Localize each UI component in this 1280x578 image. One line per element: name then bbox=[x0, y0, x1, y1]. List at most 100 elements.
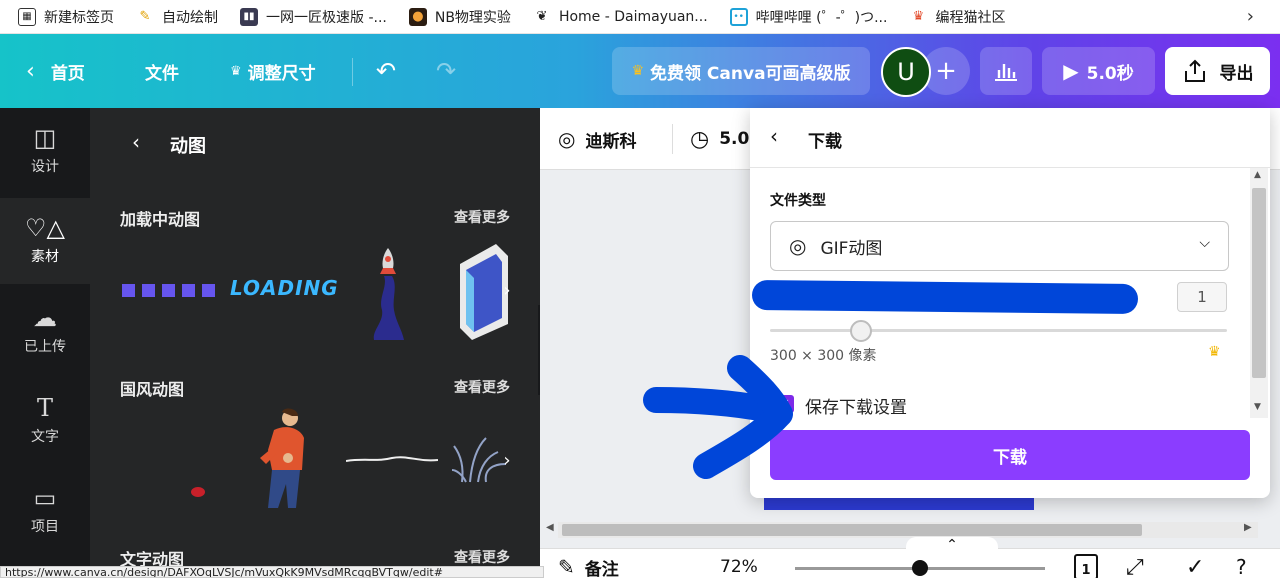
zoom-value[interactable]: 72% bbox=[720, 549, 758, 578]
nav-item-elements[interactable]: ♡△ 素材 bbox=[0, 198, 90, 284]
thumb-loading-text[interactable]: LOADING bbox=[230, 276, 339, 300]
nav-item-text[interactable]: T 文字 bbox=[0, 378, 90, 464]
bookmark-bilibili[interactable]: •• 哔哩哔哩 (゜-゜)つ... bbox=[729, 7, 887, 27]
insights-button[interactable] bbox=[980, 47, 1032, 95]
pages-button[interactable]: 1 bbox=[1074, 549, 1098, 578]
download-panel-header: ‹ 下载 bbox=[750, 108, 1270, 168]
editor-header: ‹ 首页 文件 ♛ 调整尺寸 ↶ ↷ ♛ 免费领 Canva可画高级版 + U … bbox=[0, 34, 1280, 108]
clock-icon: ◷ bbox=[690, 126, 710, 152]
thumb-loading-squares[interactable] bbox=[122, 284, 215, 297]
see-more-loading[interactable]: 查看更多 bbox=[454, 207, 510, 227]
redaction-scribble bbox=[751, 279, 1139, 315]
nav-item-projects[interactable]: ▭ 项目 bbox=[0, 468, 90, 554]
upgrade-button[interactable]: ♛ 免费领 Canva可画高级版 bbox=[612, 47, 870, 95]
chevron-left-icon: ‹ bbox=[26, 58, 35, 84]
download-panel: ‹ 下载 文件类型 ◎ GIF动图 ⌵ 1 300 × 300 像素 ♛ ✓ 保… bbox=[750, 108, 1270, 498]
scrollbar-thumb[interactable] bbox=[562, 524, 1142, 536]
text-icon: T bbox=[36, 394, 53, 422]
header-divider bbox=[352, 58, 353, 86]
play-button[interactable]: ▶ 5.0秒 bbox=[1042, 47, 1155, 95]
see-more-guofeng[interactable]: 查看更多 bbox=[454, 377, 510, 397]
avatar[interactable]: U bbox=[881, 47, 931, 97]
notes-button[interactable]: ✎ 备注 bbox=[558, 549, 619, 578]
check-circle-icon[interactable]: ✓ bbox=[1186, 549, 1204, 578]
new-tab-icon: ▦ bbox=[18, 7, 36, 26]
animation-button[interactable]: ◎ 迪斯科 bbox=[558, 108, 636, 170]
chevron-right-icon[interactable]: › bbox=[494, 277, 520, 303]
bookmark-daimayuan[interactable]: ❦ Home - Daimayuan... bbox=[533, 8, 707, 26]
bookmark-auto-draw[interactable]: ✎ 自动绘制 bbox=[136, 7, 218, 27]
bar-chart-icon bbox=[995, 64, 1017, 81]
scroll-right-icon[interactable]: ▶ bbox=[1244, 522, 1252, 533]
save-settings-label: 保存下载设置 bbox=[805, 398, 907, 418]
play-icon: ▶ bbox=[1063, 59, 1079, 83]
gif-animation-icon: ◎ bbox=[789, 234, 807, 258]
export-button[interactable]: 导出 bbox=[1165, 47, 1270, 95]
thumb-brush-stroke[interactable] bbox=[346, 454, 438, 466]
download-button[interactable]: 下载 bbox=[770, 430, 1250, 480]
scroll-left-icon[interactable]: ◀ bbox=[546, 522, 554, 533]
chevron-right-icon[interactable]: › bbox=[494, 447, 520, 473]
redo-icon[interactable]: ↷ bbox=[436, 34, 456, 108]
section-title-loading: 加载中动图 bbox=[120, 210, 201, 229]
nav-item-design[interactable]: ◫ 设计 bbox=[0, 108, 90, 194]
status-bar-url: https://www.canva.cn/design/DAFXOqLVSJc/… bbox=[0, 566, 544, 578]
panel-title: 动图 bbox=[170, 136, 206, 157]
elements-icon: ♡△ bbox=[25, 214, 65, 242]
scrollbar-thumb[interactable] bbox=[1252, 188, 1266, 378]
bars-icon: ▮▮ bbox=[240, 7, 258, 26]
chevron-left-icon[interactable]: ‹ bbox=[132, 130, 140, 154]
file-type-select[interactable]: ◎ GIF动图 ⌵ bbox=[770, 221, 1229, 271]
folder-icon: ▭ bbox=[33, 484, 57, 512]
animate-circles-icon: ◎ bbox=[558, 127, 576, 151]
crown-icon: ♛ bbox=[230, 63, 242, 79]
undo-icon[interactable]: ↶ bbox=[376, 34, 396, 108]
toolbar-divider bbox=[672, 124, 673, 154]
share-upload-icon bbox=[1184, 59, 1205, 82]
save-settings-checkbox[interactable]: ✓ bbox=[776, 395, 794, 413]
vertical-scrollbar[interactable]: ▲ ▼ bbox=[1250, 168, 1268, 418]
file-menu-button[interactable]: 文件 bbox=[145, 34, 179, 108]
chevron-right-icon[interactable]: › bbox=[1247, 6, 1254, 27]
side-panel: ‹ 动图 加载中动图 查看更多 LOADING › 国风动图 查看更多 › 文字… bbox=[90, 108, 540, 578]
crown-icon: ♛ bbox=[1208, 344, 1221, 360]
horizontal-scrollbar[interactable] bbox=[558, 522, 1258, 538]
chevron-down-icon: ⌵ bbox=[1199, 235, 1210, 251]
left-nav-rail: ◫ 设计 ♡△ 素材 ☁ 已上传 T 文字 ▭ 项目 bbox=[0, 108, 90, 578]
duration-button[interactable]: ◷ 5.0 bbox=[690, 108, 749, 170]
chevron-up-icon[interactable]: ⌃ bbox=[906, 537, 998, 557]
resize-button[interactable]: ♛ 调整尺寸 bbox=[230, 34, 316, 108]
design-icon: ◫ bbox=[33, 124, 57, 152]
size-dimensions: 300 × 300 像素 bbox=[770, 348, 877, 364]
bilibili-icon: •• bbox=[729, 7, 748, 26]
scroll-up-icon[interactable]: ▲ bbox=[1254, 170, 1261, 180]
bookmark-yiwang[interactable]: ▮▮ 一网一匠极速版 -... bbox=[240, 7, 387, 27]
page-count-icon: 1 bbox=[1074, 554, 1098, 578]
upload-cloud-icon: ☁ bbox=[33, 304, 57, 332]
thumb-running-man[interactable] bbox=[252, 408, 316, 512]
scroll-down-icon[interactable]: ▼ bbox=[1254, 402, 1261, 412]
fullscreen-icon[interactable]: ⤢ bbox=[1126, 549, 1144, 578]
file-type-label: 文件类型 bbox=[770, 193, 826, 209]
browser-window: ▦ 新建标签页 ✎ 自动绘制 ▮▮ 一网一匠极速版 -... ● NB物理实验 … bbox=[0, 0, 1280, 578]
chevron-left-icon[interactable]: ‹ bbox=[770, 124, 778, 148]
help-icon[interactable]: ? bbox=[1236, 549, 1247, 578]
bookmarks-bar: ▦ 新建标签页 ✎ 自动绘制 ▮▮ 一网一匠极速版 -... ● NB物理实验 … bbox=[0, 0, 1280, 34]
cat-icon: ♛ bbox=[912, 9, 925, 24]
thumb-rocket[interactable] bbox=[368, 246, 408, 342]
nav-item-uploads[interactable]: ☁ 已上传 bbox=[0, 288, 90, 374]
section-title-guofeng: 国风动图 bbox=[120, 380, 185, 399]
magic-pen-icon: ✎ bbox=[139, 9, 151, 24]
size-slider-track[interactable] bbox=[770, 329, 1227, 332]
bookmark-new-tab[interactable]: ▦ 新建标签页 bbox=[18, 7, 114, 27]
bookmark-nb-physics[interactable]: ● NB物理实验 bbox=[408, 7, 511, 27]
home-button[interactable]: ‹ 首页 bbox=[26, 34, 85, 108]
size-multiplier-input[interactable]: 1 bbox=[1177, 282, 1227, 312]
notes-icon: ✎ bbox=[558, 555, 575, 578]
bookmark-codemao[interactable]: ♛ 编程猫社区 bbox=[909, 7, 1006, 27]
thumb-red-dot[interactable] bbox=[188, 484, 208, 500]
see-more-text-anim[interactable]: 查看更多 bbox=[454, 547, 510, 567]
zoom-slider-knob[interactable] bbox=[912, 560, 928, 576]
leaf-icon: ❦ bbox=[536, 9, 548, 24]
size-slider-knob[interactable] bbox=[850, 320, 873, 342]
